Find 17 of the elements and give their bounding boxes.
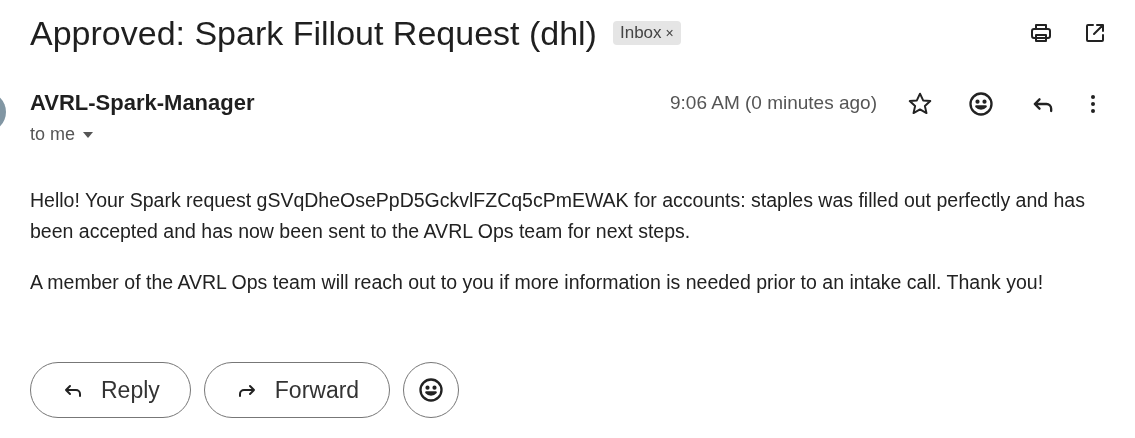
sender-name: AVRL-Spark-Manager (30, 90, 255, 116)
reply-button[interactable]: Reply (30, 362, 191, 418)
timestamp: 9:06 AM (0 minutes ago) (670, 92, 877, 114)
more-icon[interactable] (1091, 95, 1095, 113)
open-in-new-window-icon[interactable] (1083, 21, 1107, 45)
print-icon[interactable] (1029, 21, 1053, 45)
recipients-dropdown[interactable]: to me (30, 124, 255, 145)
message-paragraph: Hello! Your Spark request gSVqDheOsePpD5GckvlFZCq5cPmEWAK for accounts: staples was filled out perfectly and has been accepted and has now been sent to the AVRL Ops team for next steps. (30, 188, 1086, 244)
caret-icon[interactable] (83, 131, 94, 138)
forward-button[interactable]: Forward (203, 362, 391, 418)
remove-label-button[interactable]: × (665, 25, 674, 41)
message-paragraph: A member of the AVRL Ops team will reach out to you if more information is needed prior to an intake call. Thank you! (30, 270, 1045, 295)
star-icon[interactable] (907, 91, 933, 117)
label-text: Inbox (619, 23, 662, 43)
email-subject: Approved: Spark Fillout Request (dhl) (30, 13, 597, 53)
emoji-icon[interactable] (417, 376, 446, 404)
emoji-icon[interactable] (967, 90, 995, 118)
